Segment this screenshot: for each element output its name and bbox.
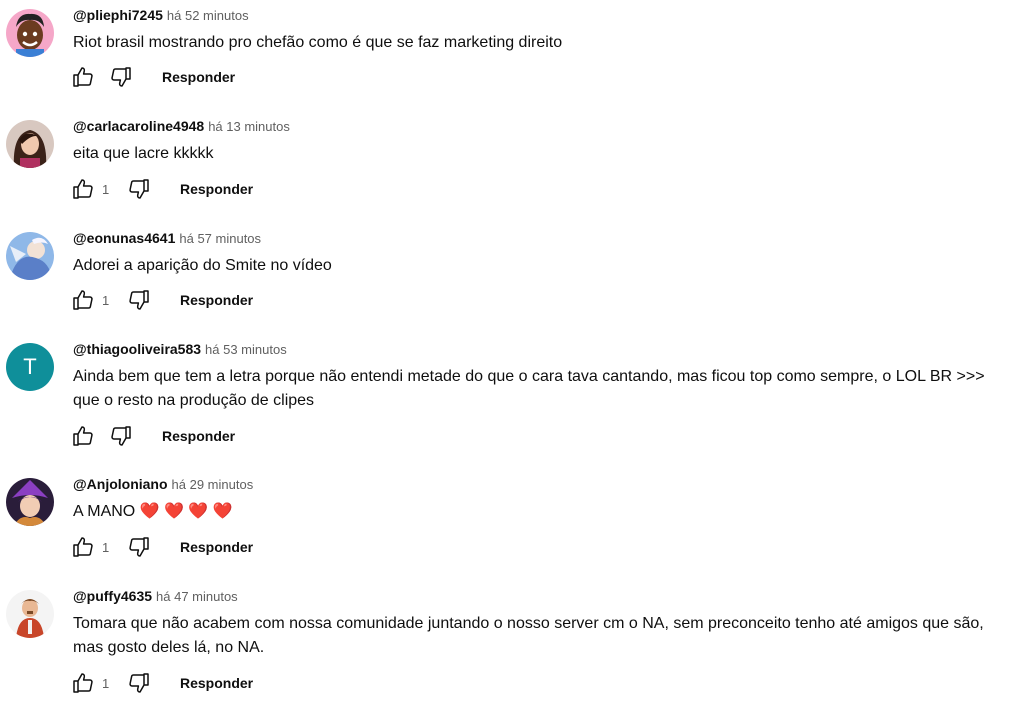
avatar[interactable] [6, 478, 54, 526]
avatar[interactable] [6, 232, 54, 280]
thumbs-down-icon[interactable] [126, 670, 152, 696]
comment-actions: 1 Responder [70, 175, 253, 203]
comments-list: @pliephi7245 há 52 minutos Riot brasil mo… [0, 0, 1024, 701]
thumbs-up-icon[interactable] [70, 670, 96, 696]
comment-actions: Responder [70, 63, 235, 91]
comment-item: @carlacaroline4948 há 13 minutos eita que… [0, 116, 1024, 216]
like-count: 1 [102, 181, 110, 197]
thumbs-down-icon[interactable] [126, 176, 152, 202]
comment-text: eita que lacre kkkkk [73, 145, 214, 162]
thumbs-up-icon[interactable] [70, 287, 96, 313]
thumbs-up-icon[interactable] [70, 423, 96, 449]
thumbs-up-icon[interactable] [70, 176, 96, 202]
comment-actions: 1 Responder [70, 286, 253, 314]
comment-item: @eonunas4641 há 57 minutos Adorei a apari… [0, 228, 1024, 328]
thumbs-down-icon[interactable] [126, 534, 152, 560]
avatar[interactable]: T [6, 343, 54, 391]
thumbs-down-icon[interactable] [108, 64, 134, 90]
avatar[interactable] [6, 590, 54, 638]
comment-timestamp[interactable]: há 52 minutos [167, 8, 249, 23]
author-name[interactable]: @puffy4635 [73, 588, 152, 604]
comment-text: Tomara que não acabem com nossa comunida… [73, 615, 984, 656]
thumbs-up-icon[interactable] [70, 64, 96, 90]
comment-header: @pliephi7245 há 52 minutos [73, 5, 249, 25]
thumbs-down-icon[interactable] [108, 423, 134, 449]
like-count: 1 [102, 675, 110, 691]
comment-item: @pliephi7245 há 52 minutos Riot brasil mo… [0, 5, 1024, 105]
reply-button[interactable]: Responder [162, 428, 235, 444]
reply-button[interactable]: Responder [180, 292, 253, 308]
comment-text: A MANO ❤️ ❤️ ❤️ ❤️ [73, 503, 233, 520]
author-name[interactable]: @pliephi7245 [73, 7, 163, 23]
reply-button[interactable]: Responder [162, 69, 235, 85]
like-count: 1 [102, 539, 110, 555]
comment-text: Ainda bem que tem a letra porque não ent… [73, 368, 985, 409]
comment-item: T @thiagooliveira583 há 53 minutos Ainda … [0, 339, 1024, 459]
comment-header: @carlacaroline4948 há 13 minutos [73, 116, 290, 136]
comment-timestamp[interactable]: há 13 minutos [208, 119, 290, 134]
comment-header: @thiagooliveira583 há 53 minutos [73, 339, 287, 359]
comment-header: @eonunas4641 há 57 minutos [73, 228, 261, 248]
comment-actions: Responder [70, 422, 235, 450]
author-name[interactable]: @thiagooliveira583 [73, 341, 201, 357]
reply-button[interactable]: Responder [180, 675, 253, 691]
comment-item: @Anjoloniano há 29 minutos A MANO ❤️ ❤️ ❤… [0, 474, 1024, 574]
reply-button[interactable]: Responder [180, 181, 253, 197]
comment-header: @Anjoloniano há 29 minutos [73, 474, 253, 494]
comment-timestamp[interactable]: há 29 minutos [172, 477, 254, 492]
comment-timestamp[interactable]: há 47 minutos [156, 589, 238, 604]
comment-timestamp[interactable]: há 53 minutos [205, 342, 287, 357]
author-name[interactable]: @Anjoloniano [73, 476, 168, 492]
avatar-letter: T [23, 354, 37, 379]
thumbs-down-icon[interactable] [126, 287, 152, 313]
author-name[interactable]: @carlacaroline4948 [73, 118, 204, 134]
comment-actions: 1 Responder [70, 533, 253, 561]
avatar[interactable] [6, 120, 54, 168]
comment-header: @puffy4635 há 47 minutos [73, 586, 238, 606]
comment-timestamp[interactable]: há 57 minutos [179, 231, 261, 246]
reply-button[interactable]: Responder [180, 539, 253, 555]
comment-text: Riot brasil mostrando pro chefão como é … [73, 34, 563, 51]
author-name[interactable]: @eonunas4641 [73, 230, 175, 246]
like-count: 1 [102, 292, 110, 308]
comment-text: Adorei a aparição do Smite no vídeo [73, 257, 332, 274]
avatar[interactable] [6, 9, 54, 57]
comment-actions: 1 Responder [70, 669, 253, 697]
thumbs-up-icon[interactable] [70, 534, 96, 560]
comment-item: @puffy4635 há 47 minutos Tomara que não a… [0, 586, 1024, 698]
